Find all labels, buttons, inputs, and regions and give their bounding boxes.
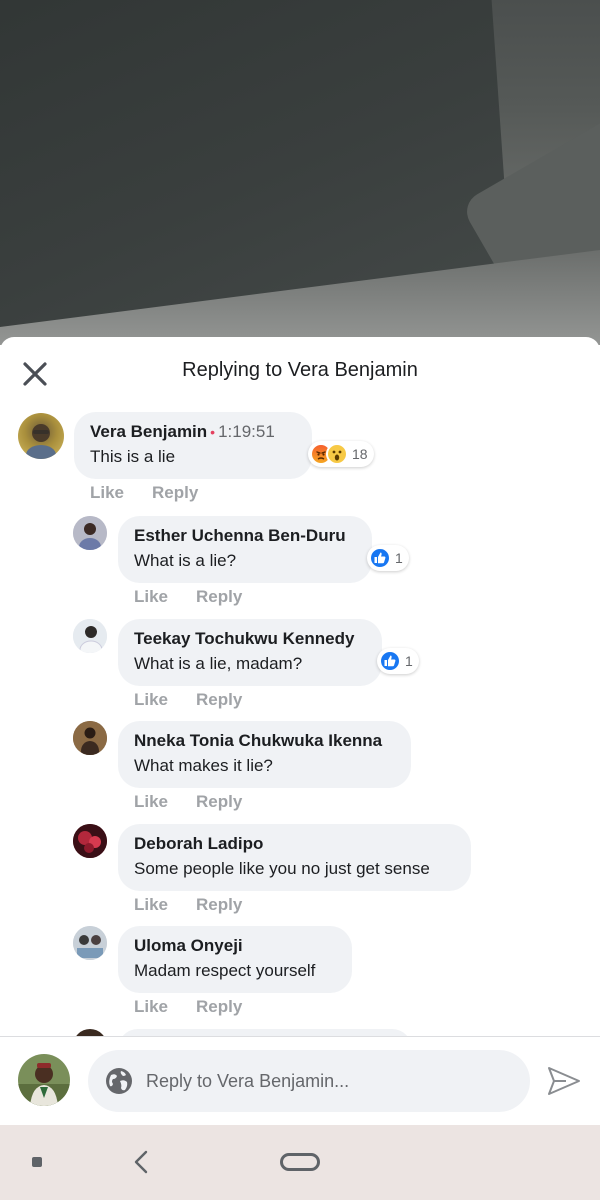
comment-text: Some people like you no just get sense <box>134 859 430 878</box>
comment-bubble[interactable]: Uloma Onyeji Madam respect yourself <box>118 926 352 993</box>
comment-actions: Like Reply <box>134 997 270 1017</box>
like-button[interactable]: Like <box>90 483 124 502</box>
comment-text: This is a lie <box>90 447 176 466</box>
comment-actions: Like Reply <box>134 587 270 607</box>
comment-author[interactable]: Teekay Tochukwu Kennedy <box>134 629 366 649</box>
avatar[interactable] <box>18 413 64 459</box>
comment-author[interactable]: Deborah Ladipo <box>134 834 455 854</box>
reaction-summary[interactable]: 18 <box>308 441 374 467</box>
reply-item: Teekay Tochukwu Kennedy What is a lie, m… <box>0 610 600 710</box>
sheet-title: Replying to Vera Benjamin <box>182 359 418 381</box>
comment-text: What makes it lie? <box>134 756 273 775</box>
comment-text: What is a lie, madam? <box>134 654 303 673</box>
reply-button[interactable]: Reply <box>196 895 242 914</box>
reply-item: Uloma Onyeji Madam respect yourself Like… <box>0 917 600 1017</box>
wow-reaction-icon <box>326 443 348 465</box>
comment-item: Vera Benjamin • 1:19:51 This is a lie 18 L… <box>0 403 600 505</box>
reply-item: Deborah Ladipo Some people like you no j… <box>0 815 600 915</box>
reply-item-partial <box>0 1020 600 1036</box>
reply-button[interactable]: Reply <box>196 997 242 1016</box>
like-button[interactable]: Like <box>134 792 168 811</box>
live-dot: • <box>210 424 216 440</box>
like-reaction-icon <box>369 547 391 569</box>
avatar[interactable] <box>73 516 107 550</box>
reaction-summary[interactable]: 1 <box>367 545 409 571</box>
comment-author[interactable]: Esther Uchenna Ben-Duru <box>134 526 356 546</box>
current-user-avatar <box>18 1054 70 1106</box>
reply-button[interactable]: Reply <box>196 792 242 811</box>
reply-button[interactable]: Reply <box>152 483 198 502</box>
reaction-count: 18 <box>352 446 368 462</box>
comment-timestamp[interactable]: 1:19:51 <box>218 422 275 441</box>
comment-author[interactable]: Uloma Onyeji <box>134 936 336 956</box>
reaction-count: 1 <box>395 550 403 566</box>
like-button[interactable]: Like <box>134 587 168 606</box>
reaction-summary[interactable]: 1 <box>377 648 419 674</box>
reply-button[interactable]: Reply <box>196 587 242 606</box>
comment-bubble[interactable] <box>118 1029 412 1036</box>
comment-author[interactable]: Vera Benjamin <box>90 422 207 441</box>
globe-icon <box>106 1068 132 1094</box>
comment-author[interactable]: Nneka Tonia Chukwuka Ikenna <box>134 731 395 751</box>
avatar[interactable] <box>73 619 107 653</box>
sheet-header: Replying to Vera Benjamin <box>0 337 600 403</box>
comment-text: Madam respect yourself <box>134 961 316 980</box>
comment-list[interactable]: Vera Benjamin • 1:19:51 This is a lie 18 L… <box>0 403 600 1036</box>
reply-composer <box>0 1036 600 1125</box>
back-icon[interactable] <box>130 1149 152 1175</box>
reply-item: Nneka Tonia Chukwuka Ikenna What makes i… <box>0 712 600 812</box>
reply-item: Esther Uchenna Ben-Duru What is a lie? 1… <box>0 507 600 607</box>
avatar[interactable] <box>73 926 107 960</box>
reply-input-container[interactable] <box>88 1050 530 1112</box>
comment-bubble[interactable]: Esther Uchenna Ben-Duru What is a lie? <box>118 516 372 583</box>
avatar[interactable] <box>73 1029 107 1036</box>
comments-sheet: Replying to Vera Benjamin Vera Benjamin •… <box>0 337 600 1125</box>
reply-input[interactable] <box>146 1070 506 1092</box>
comment-actions: Like Reply <box>134 895 270 915</box>
comment-bubble[interactable]: Teekay Tochukwu Kennedy What is a lie, m… <box>118 619 382 686</box>
like-button[interactable]: Like <box>134 690 168 709</box>
comment-bubble[interactable]: Deborah Ladipo Some people like you no j… <box>118 824 471 891</box>
comment-bubble[interactable]: Vera Benjamin • 1:19:51 This is a lie <box>74 412 312 479</box>
send-button[interactable] <box>546 1063 582 1099</box>
reaction-count: 1 <box>405 653 413 669</box>
send-icon <box>548 1067 580 1095</box>
like-button[interactable]: Like <box>134 997 168 1016</box>
home-icon[interactable] <box>280 1153 320 1171</box>
comment-text: What is a lie? <box>134 551 237 570</box>
recent-apps-icon[interactable] <box>32 1157 42 1167</box>
comment-bubble[interactable]: Nneka Tonia Chukwuka Ikenna What makes i… <box>118 721 411 788</box>
reply-button[interactable]: Reply <box>196 690 242 709</box>
like-button[interactable]: Like <box>134 895 168 914</box>
avatar[interactable] <box>73 721 107 755</box>
video-background <box>0 0 600 345</box>
comment-actions: Like Reply <box>90 483 226 503</box>
system-nav-bar <box>0 1125 600 1200</box>
like-reaction-icon <box>379 650 401 672</box>
avatar[interactable] <box>73 824 107 858</box>
comment-actions: Like Reply <box>134 690 270 710</box>
comment-actions: Like Reply <box>134 792 270 812</box>
comment-header: Vera Benjamin • 1:19:51 <box>90 422 296 442</box>
